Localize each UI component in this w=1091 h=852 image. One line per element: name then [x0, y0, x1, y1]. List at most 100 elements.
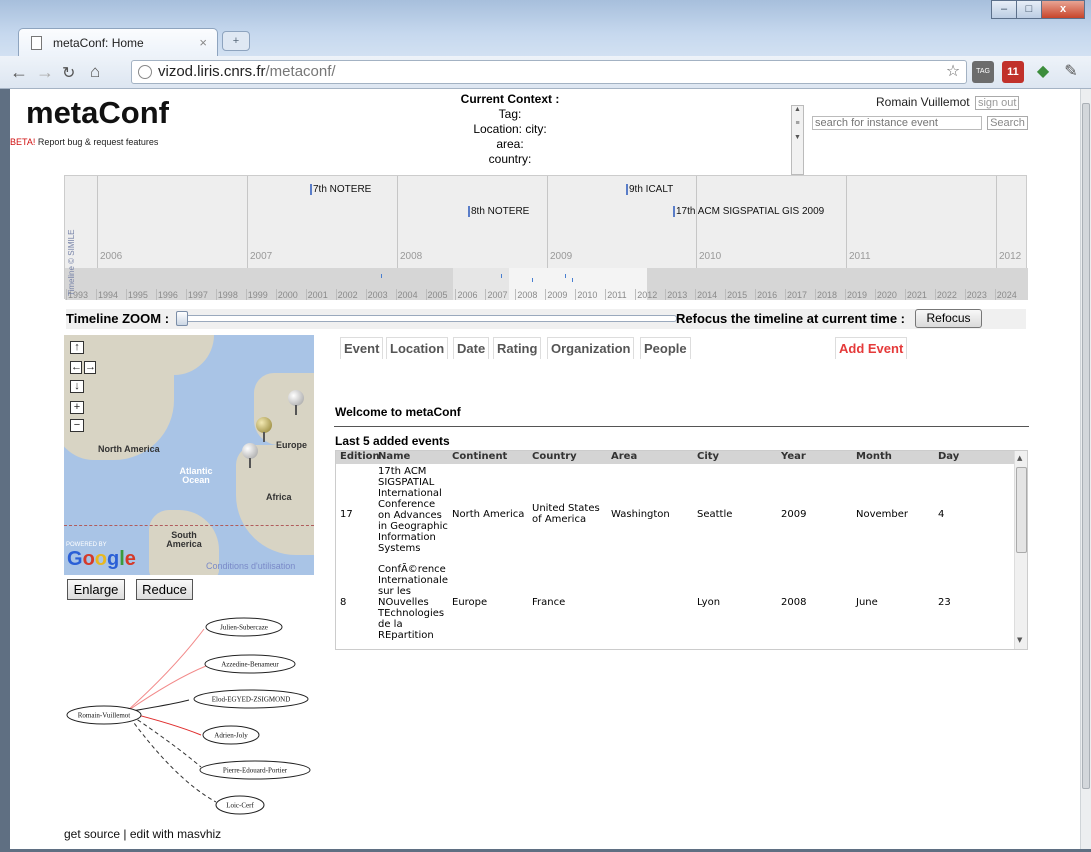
cell-continent: Europe: [452, 597, 488, 608]
overview-year-tick: [964, 289, 966, 300]
scroll-down-icon[interactable]: ▼: [1017, 636, 1022, 644]
table-scroll-thumb[interactable]: [1016, 467, 1027, 553]
enlarge-map-button[interactable]: Enlarge: [67, 579, 125, 600]
name-line: Conference: [378, 499, 436, 510]
year-divider: [397, 176, 398, 268]
col-name[interactable]: Name: [378, 451, 410, 462]
minimize-button[interactable]: –: [991, 0, 1017, 19]
graph-node[interactable]: Azzedine-Benameur: [204, 654, 296, 674]
add-event-button[interactable]: Add Event: [835, 337, 908, 359]
graph-node-label: Julien-Subercaze: [220, 624, 268, 632]
zoom-out-icon[interactable]: −: [70, 419, 84, 432]
tab-organization[interactable]: Organization: [547, 337, 635, 359]
back-arrow-icon[interactable]: ←: [10, 62, 28, 83]
context-country: country:: [488, 152, 532, 166]
graph-node[interactable]: Adrien-Joly: [202, 725, 260, 745]
graph-node[interactable]: Loic-Cerf: [215, 795, 265, 815]
events-table: Edition Name Continent Country Area City…: [335, 450, 1028, 650]
tab-date[interactable]: Date: [453, 337, 490, 359]
cell-city: Seattle: [697, 509, 733, 520]
cell-edition: 17: [340, 509, 353, 520]
context-city: Location: city:: [473, 122, 547, 136]
table-row[interactable]: 17 17th ACM SIGSPATIAL International Con…: [336, 466, 1014, 564]
graph-node[interactable]: Julien-Subercaze: [205, 617, 283, 637]
col-city[interactable]: City: [697, 451, 719, 462]
tag-extension-icon[interactable]: TAG: [972, 61, 994, 83]
tab-people[interactable]: People: [640, 337, 691, 359]
bookmark-star-icon[interactable]: ☆: [942, 61, 964, 83]
footer-links[interactable]: get source | edit with masvhiz: [64, 827, 221, 841]
graph-node[interactable]: Pierre-Edouard-Portier: [199, 760, 311, 780]
name-line: ConfÃ©rence: [378, 564, 446, 575]
col-country[interactable]: Country: [532, 451, 577, 462]
site-logo[interactable]: metaConf: [26, 95, 169, 131]
new-tab-button[interactable]: +: [222, 31, 250, 51]
pan-down-icon[interactable]: ↓: [70, 380, 84, 393]
tab-title: metaConf: Home: [53, 36, 144, 50]
col-edition[interactable]: Edition: [340, 451, 380, 462]
reduce-map-button[interactable]: Reduce: [136, 579, 193, 600]
overview-year-tick: [395, 289, 397, 300]
table-scrollbar[interactable]: ▲ ▼: [1014, 451, 1027, 649]
pan-up-icon[interactable]: ↑: [70, 341, 84, 354]
timeline-event[interactable]: 8th NOTERE: [468, 206, 529, 217]
cell-day: 4: [938, 509, 945, 520]
close-window-button[interactable]: x: [1041, 0, 1085, 19]
tab-close-icon[interactable]: ×: [199, 35, 207, 50]
tab-event[interactable]: Event: [340, 337, 384, 359]
search-input[interactable]: [812, 116, 982, 130]
graph-node-center[interactable]: Romain-Vuillemot: [66, 705, 142, 725]
event-marker: [572, 278, 573, 282]
zoom-in-icon[interactable]: +: [70, 401, 84, 414]
maximize-button[interactable]: □: [1016, 0, 1042, 19]
page-scroll-thumb[interactable]: [1082, 103, 1090, 789]
gmail-icon[interactable]: 11: [1002, 61, 1024, 83]
graph-node[interactable]: Elod-EGYED-ZSIGMOND: [193, 689, 309, 709]
map-marker[interactable]: [288, 390, 304, 415]
year-divider: [97, 176, 98, 268]
reload-icon[interactable]: ↻: [62, 63, 75, 83]
pan-left-icon[interactable]: ←: [70, 361, 82, 374]
col-area[interactable]: Area: [611, 451, 637, 462]
col-year[interactable]: Year: [781, 451, 806, 462]
page-scrollbar[interactable]: [1080, 89, 1091, 849]
zoom-slider[interactable]: [178, 315, 677, 322]
google-logo[interactable]: Google: [67, 548, 136, 571]
map-terms-link[interactable]: Conditions d'utilisation: [206, 561, 295, 571]
map-label-south-america: South America: [166, 530, 202, 549]
sign-out-button[interactable]: sign out: [974, 96, 1020, 110]
overview-year-tick: [665, 289, 667, 300]
map-marker[interactable]: [242, 443, 258, 468]
refocus-button[interactable]: Refocus: [915, 309, 982, 328]
map-marker[interactable]: [256, 417, 272, 442]
timeline-overview-band[interactable]: 1993 1994 1995 1996 1997 1998 1999 2000 2001 2002…: [65, 268, 1028, 300]
timeline-detail-band[interactable]: 2006 2007 2008 2009 2010 2011 2012 7th N…: [65, 176, 1028, 268]
window-titlebar: metaConf: Home × + – □ x: [0, 0, 1091, 56]
timeline-event[interactable]: 9th ICALT: [626, 184, 673, 195]
year-divider: [547, 176, 548, 268]
zoom-slider-handle[interactable]: [176, 311, 188, 326]
search-button[interactable]: Search: [987, 116, 1028, 130]
col-day[interactable]: Day: [938, 451, 959, 462]
browser-tab[interactable]: metaConf: Home ×: [18, 28, 218, 56]
evernote-icon[interactable]: ◆: [1032, 61, 1054, 83]
people-graph[interactable]: Romain-Vuillemot Julien-Subercaze Azzedi…: [64, 609, 324, 839]
wrench-icon[interactable]: ✎: [1060, 61, 1082, 83]
world-map[interactable]: North America Atlantic Ocean Africa Sout…: [64, 335, 314, 575]
pan-right-icon[interactable]: →: [84, 361, 96, 374]
col-continent[interactable]: Continent: [452, 451, 507, 462]
tab-location[interactable]: Location: [386, 337, 449, 359]
home-icon[interactable]: ⌂: [90, 62, 100, 82]
table-row[interactable]: 8 ConfÃ©rence Internationale sur les NOu…: [336, 564, 1014, 649]
address-bar[interactable]: vizod.liris.cnrs.fr/metaconf/: [131, 60, 967, 84]
tab-rating[interactable]: Rating: [493, 337, 542, 359]
timeline-event[interactable]: 7th NOTERE: [310, 184, 371, 195]
forward-arrow-icon[interactable]: →: [36, 62, 54, 83]
cell-name: 17th ACM SIGSPATIAL International Confer…: [378, 466, 450, 554]
context-scrollbar[interactable]: ▲ ≡ ▼: [791, 105, 804, 175]
col-month[interactable]: Month: [856, 451, 892, 462]
timeline[interactable]: 2006 2007 2008 2009 2010 2011 2012 7th N…: [64, 175, 1028, 300]
scroll-up-icon[interactable]: ▲: [1017, 454, 1022, 462]
timeline-event[interactable]: 17th ACM SIGSPATIAL GIS 2009: [673, 206, 824, 217]
report-bug-link[interactable]: Report bug & request features: [38, 137, 159, 147]
